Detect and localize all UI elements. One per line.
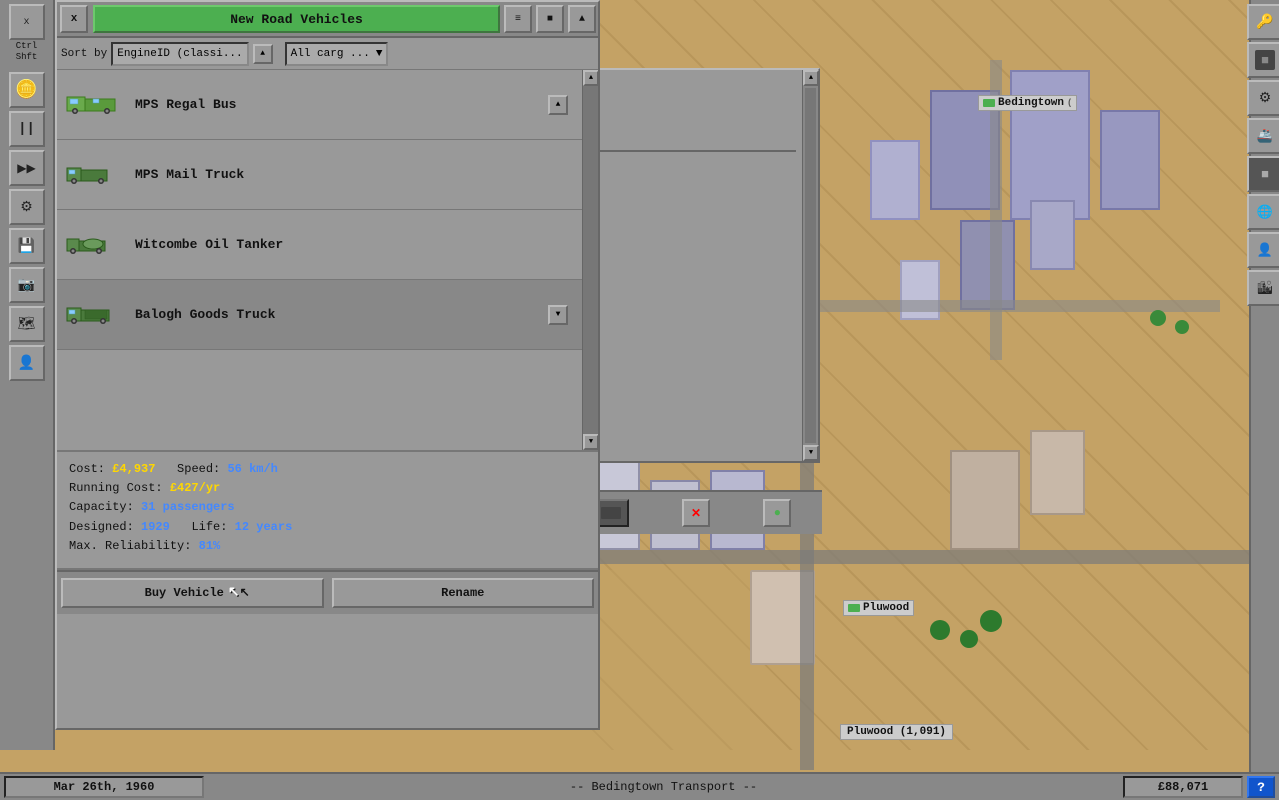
- cost-value: £4,937: [112, 462, 155, 476]
- right-sidebar-btn-3[interactable]: ⚙: [1247, 80, 1279, 116]
- panel-btn-3[interactable]: ▲: [568, 5, 596, 33]
- right-sidebar-btn-7[interactable]: 👤: [1247, 232, 1279, 268]
- speed-value: 56 km/h: [227, 462, 277, 476]
- sidebar-close-btn[interactable]: x: [9, 4, 45, 40]
- status-bar: Mar 26th, 1960 -- Bedingtown Transport -…: [0, 772, 1279, 800]
- sidebar-map-btn[interactable]: 🗺: [9, 306, 45, 342]
- vehicle-list: MPS Regal Bus ▲ MPS Mail Truck: [57, 70, 598, 450]
- cursor-icon: ↖: [228, 584, 240, 602]
- sidebar-ctrl-label: Ctrl: [16, 42, 38, 51]
- cargo-dropdown[interactable]: All carg ... ▼: [285, 42, 389, 66]
- pluwood-bottom-label: Pluwood (1,091): [840, 724, 953, 740]
- panel-btn-2[interactable]: ■: [536, 5, 564, 33]
- running-cost-value: £427/yr: [170, 481, 220, 495]
- title-bar: x New Road Vehicles ≡ ■ ▲: [57, 2, 598, 38]
- status-date: Mar 26th, 1960: [4, 776, 204, 798]
- capacity-value: 31 passengers: [141, 500, 235, 514]
- vehicle-action-btn-3[interactable]: ●: [763, 499, 791, 527]
- vehicle-action-btn-2[interactable]: ✕: [682, 499, 710, 527]
- sidebar-shft-label: Shft: [16, 53, 38, 62]
- vehicle-name-3: Witcombe Oil Tanker: [135, 237, 283, 252]
- sidebar-fast-btn[interactable]: ▶▶: [9, 150, 45, 186]
- right-sidebar: 🔑 ■ ⚙ 🚢 ■ 🌐 👤 🏙: [1249, 0, 1279, 800]
- vehicle-item-2[interactable]: MPS Mail Truck: [57, 140, 598, 210]
- right-sidebar-btn-8[interactable]: 🏙: [1247, 270, 1279, 306]
- right-sidebar-btn-2[interactable]: ■: [1247, 42, 1279, 78]
- sidebar-pause-btn[interactable]: ||: [9, 111, 45, 147]
- status-help-button[interactable]: ?: [1247, 776, 1275, 798]
- right-sidebar-btn-4[interactable]: 🚢: [1247, 118, 1279, 154]
- sort-bar: Sort by EngineID (classi... ▲ All carg .…: [57, 38, 598, 70]
- list-scrollbar: ▲ ▼: [582, 70, 598, 450]
- vehicle-name-1: MPS Regal Bus: [135, 97, 236, 112]
- right-sidebar-btn-1[interactable]: 🔑: [1247, 4, 1279, 40]
- right-sidebar-btn-5[interactable]: ■: [1247, 156, 1279, 192]
- city-label-pluwood: Pluwood: [843, 600, 914, 616]
- vehicle-name-4: Balogh Goods Truck: [135, 307, 275, 322]
- city-bus-icon: [983, 99, 995, 107]
- vehicle-name-2: MPS Mail Truck: [135, 167, 244, 182]
- city-label-bedingtown: Bedingtown (: [978, 95, 1077, 111]
- vehicle-icon-1: [65, 95, 125, 115]
- right-sidebar-btn-6[interactable]: 🌐: [1247, 194, 1279, 230]
- vehicle-icon-3: [65, 235, 125, 255]
- sort-by-label: Sort by: [61, 48, 107, 60]
- vehicle-item-3[interactable]: Witcombe Oil Tanker: [57, 210, 598, 280]
- bottom-buttons: Buy Vehicle ↖ Rename: [57, 570, 598, 614]
- scroll-track[interactable]: [583, 86, 598, 434]
- vehicle-purchase-panel: x New Road Vehicles ≡ ■ ▲ Sort by Engine…: [55, 0, 600, 730]
- panel-btn-1[interactable]: ≡: [504, 5, 532, 33]
- rename-button[interactable]: Rename: [332, 578, 595, 608]
- panel-title: New Road Vehicles: [93, 5, 500, 33]
- sidebar-coin-btn[interactable]: 🪙: [9, 72, 45, 108]
- vehicle-expand-1[interactable]: ▲: [548, 95, 568, 115]
- scroll-up-btn[interactable]: ▲: [583, 70, 598, 86]
- city-bus-icon-2: [848, 604, 860, 612]
- scroll-down-btn[interactable]: ▼: [583, 434, 598, 450]
- sort-arrow-button[interactable]: ▲: [253, 44, 273, 64]
- sidebar-save-btn[interactable]: 💾: [9, 228, 45, 264]
- panel-close-button[interactable]: x: [60, 5, 88, 33]
- sort-field-dropdown[interactable]: EngineID (classi...: [111, 42, 248, 66]
- vehicle-item-4[interactable]: Balogh Goods Truck ▼: [57, 280, 598, 350]
- vehicle-item-1[interactable]: MPS Regal Bus ▲: [57, 70, 598, 140]
- life-value: 12 years: [235, 520, 293, 534]
- sidebar-screenshot-btn[interactable]: 📷: [9, 267, 45, 303]
- vehicle-expand-4[interactable]: ▼: [548, 305, 568, 325]
- designed-value: 1929: [141, 520, 170, 534]
- sidebar-settings-btn[interactable]: ⚙: [9, 189, 45, 225]
- buy-vehicle-button[interactable]: Buy Vehicle ↖: [61, 578, 324, 608]
- status-company: -- Bedingtown Transport --: [208, 780, 1119, 794]
- vehicle-icon-4: [65, 305, 125, 325]
- left-sidebar: x Ctrl Shft 🪙 || ▶▶ ⚙ 💾 📷 🗺 👤: [0, 0, 55, 750]
- reliability-value: 81%: [199, 539, 221, 553]
- status-money: £88,071: [1123, 776, 1243, 798]
- stats-panel: Cost: £4,937 Speed: 56 km/h Running Cost…: [57, 450, 598, 570]
- vehicle-icon-2: [65, 165, 125, 185]
- sidebar-person-btn[interactable]: 👤: [9, 345, 45, 381]
